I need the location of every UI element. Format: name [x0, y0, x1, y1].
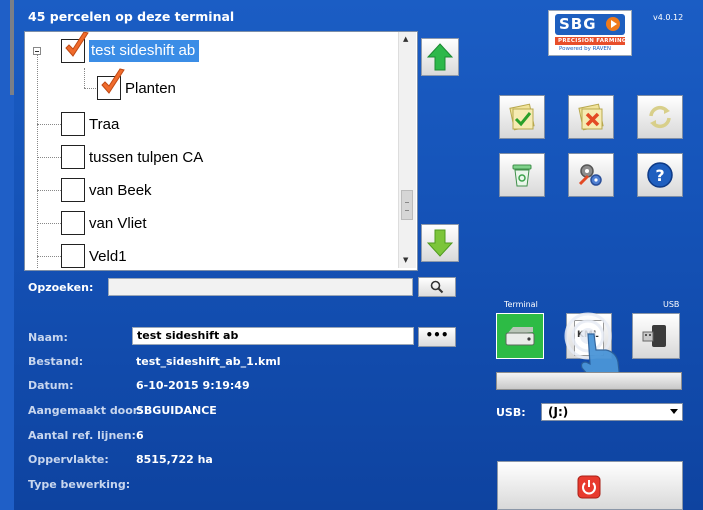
tree-scrollbar[interactable]: ▲ ▼ [398, 32, 416, 268]
aangemaakt-value: SBGUIDANCE [136, 404, 217, 417]
hard-drive-icon [505, 327, 535, 346]
power-icon [577, 475, 601, 499]
logo-tagline: PRECISION FARMING [558, 38, 627, 44]
refresh-icon [649, 105, 671, 129]
scroll-down-icon[interactable]: ▼ [403, 256, 408, 264]
logo-brand: SBG [559, 15, 597, 33]
tools-icon [578, 164, 602, 186]
help-icon: ? [647, 162, 673, 188]
check-all-icon [509, 103, 535, 131]
chevron-down-icon [670, 409, 678, 414]
search-button[interactable] [418, 277, 456, 297]
usb-stick-icon [642, 325, 666, 347]
bestand-value: test_sideshift_ab_1.kml [136, 355, 281, 368]
move-down-button[interactable] [421, 224, 459, 262]
logo-powered: Powered by RAVEN [559, 46, 611, 52]
usb-label: USB [663, 300, 680, 309]
tree-item-label: van Vliet [89, 214, 147, 232]
select-all-button[interactable] [499, 95, 545, 139]
usb-drive-select[interactable]: (J:) [541, 403, 683, 421]
scroll-up-icon[interactable]: ▲ [403, 35, 408, 43]
refresh-button[interactable] [637, 95, 683, 139]
usb-storage-button[interactable] [632, 313, 680, 359]
browse-button[interactable]: ••• [418, 327, 456, 347]
checkbox[interactable] [61, 32, 89, 63]
tree-item[interactable]: Traa [61, 109, 119, 139]
delete-button[interactable] [499, 153, 545, 197]
transfer-progress-bar [496, 372, 682, 390]
uncheck-all-icon [578, 103, 604, 131]
left-edge-strip [0, 0, 14, 510]
sbg-logo: SBG PRECISION FARMING Powered by RAVEN [548, 10, 632, 56]
tree-line [37, 124, 61, 125]
oppervlakte-label: Oppervlakte: [28, 453, 109, 466]
usb-drive-value: (J:) [548, 405, 569, 419]
tree-item[interactable]: Planten [97, 68, 176, 103]
checkmark-icon [101, 68, 125, 94]
tree-line [37, 256, 61, 257]
ref-lines-label: Aantal ref. lijnen: [28, 429, 136, 442]
help-button[interactable]: ? [637, 153, 683, 197]
move-up-button[interactable] [421, 38, 459, 76]
collapse-toggle-icon[interactable] [33, 47, 41, 55]
type-bewerking-label: Type bewerking: [28, 478, 131, 491]
datum-label: Datum: [28, 379, 74, 392]
tree-line [37, 157, 61, 158]
terminal-label: Terminal [504, 300, 538, 309]
tree-item[interactable]: Veld1 [61, 241, 127, 270]
name-field[interactable]: test sideshift ab [132, 327, 414, 345]
checkbox[interactable] [97, 68, 125, 100]
checkbox[interactable] [61, 178, 85, 202]
checkbox[interactable] [61, 112, 85, 136]
logo-play-triangle [611, 20, 617, 28]
oppervlakte-value: 8515,722 ha [136, 453, 213, 466]
tree-item[interactable]: tussen tulpen CA [61, 142, 203, 172]
scroll-thumb[interactable] [401, 190, 413, 220]
search-input[interactable] [108, 278, 413, 296]
tree-item[interactable]: van Beek [61, 175, 152, 205]
edge-marker [10, 0, 14, 95]
search-label: Opzoeken: [28, 281, 94, 294]
aangemaakt-label: Aangemaakt door: [28, 404, 143, 417]
datum-value: 6-10-2015 9:19:49 [136, 379, 250, 392]
checkbox[interactable] [61, 145, 85, 169]
tree-line [37, 190, 61, 191]
tree-line [37, 223, 61, 224]
tree-line [84, 88, 96, 89]
power-button[interactable] [497, 461, 683, 510]
arrow-up-icon [427, 43, 453, 71]
arrow-down-icon [427, 229, 453, 257]
terminal-storage-button[interactable] [496, 313, 544, 359]
svg-text:?: ? [655, 166, 664, 185]
parcel-tree[interactable]: test sideshift ab Planten Traa tussen tu… [24, 31, 418, 271]
tree-line [84, 68, 85, 88]
grip-icon [405, 202, 409, 211]
checkmark-icon [65, 32, 89, 57]
tree-item-label: Traa [89, 115, 120, 133]
tree-item-label: Veld1 [89, 247, 127, 265]
tree-item[interactable]: van Vliet [61, 208, 147, 238]
tree-item-label: van Beek [89, 181, 152, 199]
bestand-label: Bestand: [28, 355, 84, 368]
checkbox[interactable] [61, 211, 85, 235]
tree-item-label: Planten [125, 79, 176, 97]
usb-drive-label: USB: [496, 406, 526, 419]
recycle-bin-icon [512, 164, 532, 187]
ref-lines-value: 6 [136, 429, 144, 442]
search-icon [430, 280, 444, 294]
tree-item[interactable]: test sideshift ab [61, 32, 200, 66]
version-label: v4.0.12 [653, 13, 684, 22]
checkbox[interactable] [61, 244, 85, 268]
tree-item-label: test sideshift ab [89, 40, 200, 62]
page-title: 45 percelen op deze terminal [28, 9, 235, 24]
settings-button[interactable] [568, 153, 614, 197]
tree-line [37, 48, 38, 268]
tree-item-label: tussen tulpen CA [89, 148, 204, 166]
naam-label: Naam: [28, 331, 68, 344]
deselect-all-button[interactable] [568, 95, 614, 139]
